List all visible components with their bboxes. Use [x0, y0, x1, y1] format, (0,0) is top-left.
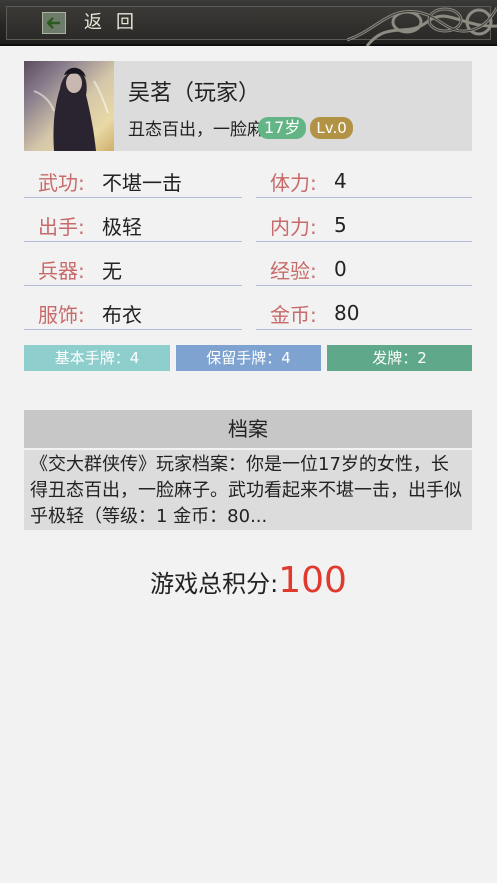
stat-value: 4	[334, 169, 347, 193]
character-portrait-icon	[33, 67, 109, 151]
stat-label: 服饰:	[38, 302, 85, 327]
back-button[interactable]	[42, 12, 66, 34]
player-avatar	[24, 61, 114, 151]
score-label: 游戏总积分:	[150, 570, 279, 598]
stat-gold: 金币: 80	[256, 297, 472, 330]
stat-label: 金币:	[270, 302, 317, 327]
profile-card: 吴茗（玩家） 丑态百出，一脸麻 17岁 Lv.0	[24, 61, 472, 151]
age-badge: 17岁	[258, 116, 307, 139]
stat-value: 不堪一击	[102, 170, 182, 195]
player-name: 吴茗（玩家）	[128, 81, 261, 106]
knot-ornament-icon	[347, 7, 497, 46]
stat-label: 兵器:	[38, 258, 85, 283]
reserved-cards-button[interactable]: 保留手牌：4	[176, 345, 321, 371]
player-description: 丑态百出，一脸麻 17岁 Lv.0	[128, 115, 353, 140]
level-badge: Lv.0	[310, 116, 353, 139]
player-desc-text: 丑态百出，一脸麻	[128, 120, 264, 140]
back-arrow-icon	[47, 17, 60, 29]
stat-value: 极轻	[102, 214, 142, 239]
stat-clothing: 服饰: 布衣	[24, 297, 242, 330]
stat-label: 出手:	[38, 214, 85, 239]
total-score: 游戏总积分:100	[0, 560, 497, 601]
back-label[interactable]: 返回	[84, 10, 148, 36]
stat-label: 体力:	[270, 170, 317, 195]
stat-label: 内力:	[270, 214, 317, 239]
score-value: 100	[278, 560, 347, 601]
basic-cards-button[interactable]: 基本手牌：4	[24, 345, 170, 371]
stat-label: 经验:	[270, 258, 317, 283]
stat-inner-power: 内力: 5	[256, 209, 472, 242]
stat-value: 0	[334, 257, 347, 281]
top-bar: 返回	[0, 0, 497, 46]
stat-experience: 经验: 0	[256, 253, 472, 286]
stat-weapon: 兵器: 无	[24, 253, 242, 286]
archive-text: 《交大群侠传》玩家档案：你是一位17岁的女性，长得丑态百出，一脸麻子。武功看起来…	[24, 450, 472, 530]
stat-value: 80	[334, 301, 360, 325]
stat-stamina: 体力: 4	[256, 165, 472, 198]
stat-martial: 武功: 不堪一击	[24, 165, 242, 198]
deal-cards-button[interactable]: 发牌：2	[327, 345, 472, 371]
stat-value: 无	[102, 258, 122, 283]
stat-value: 5	[334, 213, 347, 237]
stat-label: 武功:	[38, 170, 85, 195]
stat-strike: 出手: 极轻	[24, 209, 242, 242]
archive-title: 档案	[24, 410, 472, 448]
stat-value: 布衣	[102, 302, 142, 327]
